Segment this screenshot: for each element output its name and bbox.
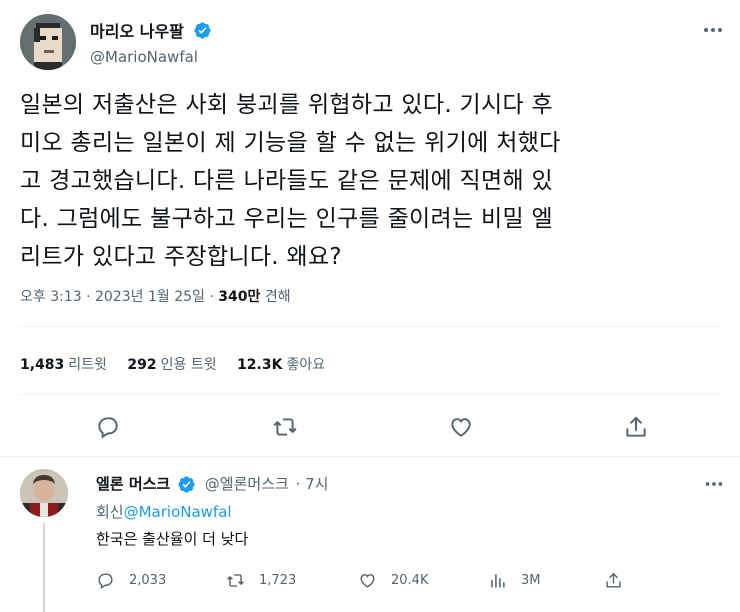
quote-tweets-count: 292	[127, 357, 157, 373]
retweets-label: 리트윗	[68, 357, 107, 373]
likes-label: 좋아요	[286, 357, 326, 373]
reply-reply-button[interactable]: 2,033	[96, 569, 166, 591]
likes-stat[interactable]: 12.3K 좋아요	[237, 354, 325, 374]
author-row: 마리오 나우팔 @MarioNawfal	[20, 14, 725, 74]
reply-author-handle[interactable]: @엘론머스크	[205, 475, 289, 493]
quote-tweets-stat[interactable]: 292 인용 트윗	[127, 354, 216, 374]
reply-count: 2,033	[129, 572, 167, 588]
views-count: 340만	[218, 289, 261, 305]
reply-text: 한국은 출산율이 더 낮다	[96, 530, 249, 548]
like-icon	[360, 573, 375, 588]
reply-avatar-image	[20, 469, 68, 517]
retweets-count: 1,483	[20, 357, 65, 373]
share-icon	[606, 572, 621, 588]
tweet-text: 일본의 저출산은 사회 붕괴를 위협하고 있다. 기시다 후 미오 총리는 일본…	[20, 92, 561, 270]
tweet-time[interactable]: 오후 3:13	[20, 289, 82, 305]
divider	[20, 394, 720, 395]
views-count: 3M	[521, 572, 541, 588]
reply-icon	[98, 572, 113, 589]
like-icon[interactable]	[448, 414, 474, 440]
retweet-icon[interactable]	[272, 414, 298, 440]
tweet-actions	[0, 410, 740, 444]
reply-icon[interactable]	[95, 414, 121, 440]
reply-retweet-button[interactable]: 1,723	[226, 569, 296, 591]
retweet-count: 1,723	[259, 572, 297, 588]
reply-header: 엘론 머스크 @엘론머스크 · 7시	[96, 473, 328, 494]
pixel-avatar-image	[20, 14, 76, 70]
avatar[interactable]	[20, 14, 76, 70]
views-label: 견해	[264, 289, 291, 305]
author-name-block: 마리오 나우팔 @MarioNawfal	[90, 18, 212, 66]
share-icon[interactable]	[623, 414, 649, 440]
verified-badge-icon	[178, 476, 195, 493]
meta-separator: ·	[209, 289, 214, 305]
reply-age[interactable]: · 7시	[296, 475, 329, 493]
thread-line	[43, 523, 45, 612]
like-count: 20.4K	[391, 572, 429, 588]
author-display-name[interactable]: 마리오 나우팔	[90, 18, 184, 42]
quote-tweets-label: 인용 트윗	[160, 357, 217, 373]
meta-separator: ·	[86, 289, 91, 305]
tweet-meta: 오후 3:13 · 2023년 1월 25일 · 340만 견해	[20, 286, 291, 306]
tweet-stats: 1,483 리트윗 292 인용 트윗 12.3K 좋아요	[20, 354, 341, 374]
verified-badge-icon	[194, 21, 211, 39]
tweet-date[interactable]: 2023년 1월 25일	[95, 289, 205, 305]
retweet-icon	[227, 573, 244, 587]
views-icon	[491, 573, 505, 588]
divider	[20, 326, 720, 327]
replying-to-mention[interactable]: @MarioNawfal	[124, 503, 232, 521]
reply-like-button[interactable]: 20.4K	[358, 569, 428, 591]
replying-to: 회신@MarioNawfal	[96, 501, 232, 522]
retweets-stat[interactable]: 1,483 리트윗	[20, 354, 107, 374]
replying-prefix: 회신	[96, 503, 124, 521]
reply-share-button[interactable]	[604, 569, 637, 591]
reply-tweet[interactable]: 엘론 머스크 @엘론머스크 · 7시 회신@MarioNawfal 한국은 출산…	[0, 457, 740, 612]
likes-count: 12.3K	[237, 357, 283, 373]
more-icon[interactable]	[703, 473, 725, 495]
reply-avatar[interactable]	[20, 469, 68, 517]
more-icon[interactable]	[701, 18, 725, 42]
reply-author-name[interactable]: 엘론 머스크	[96, 475, 170, 493]
reply-views-button[interactable]: 3M	[488, 569, 541, 591]
reply-actions: 2,033 1,723 20.4K 3M	[96, 569, 716, 591]
author-handle[interactable]: @MarioNawfal	[90, 48, 212, 66]
